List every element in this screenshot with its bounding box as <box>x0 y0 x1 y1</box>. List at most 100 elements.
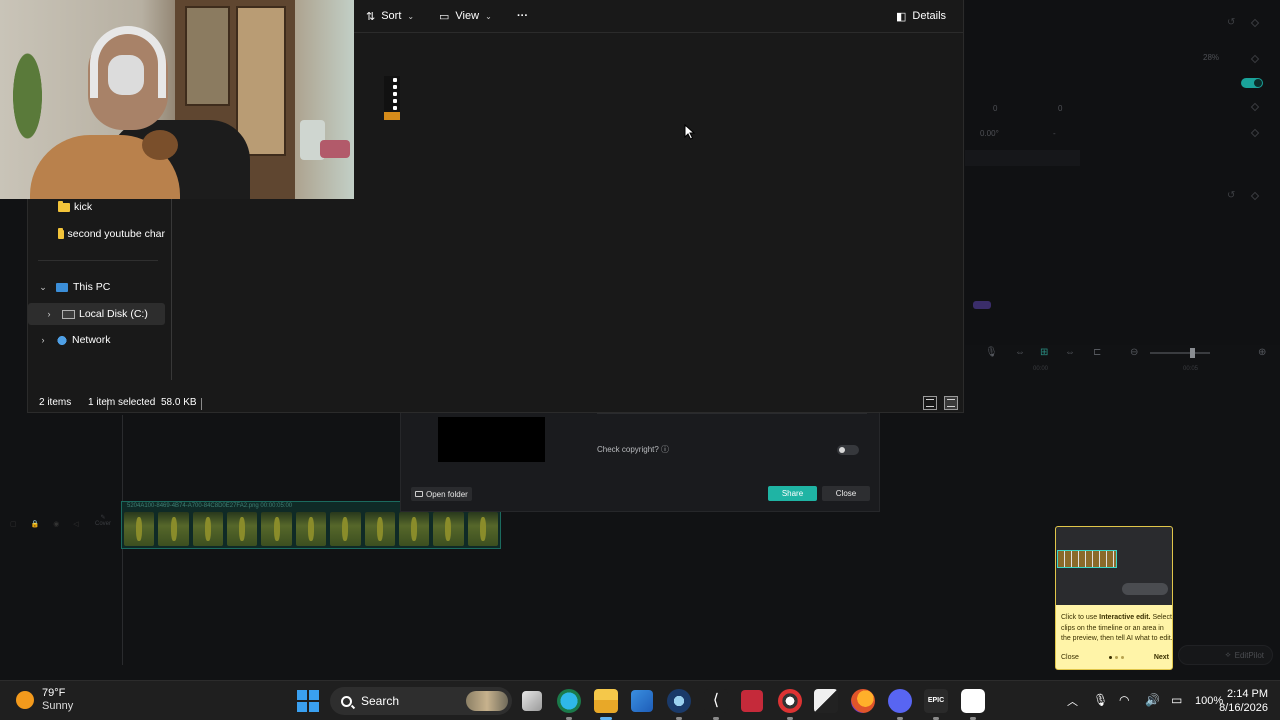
system-tray: ︿ 🎙 ◠ 🔊 ▭ 100% <box>1062 681 1233 720</box>
file-explorer-icon[interactable] <box>594 689 618 720</box>
search-highlight-image <box>466 691 508 711</box>
nav-local-disk[interactable]: › Local Disk (C:) <box>28 303 165 325</box>
alignment-bar[interactable] <box>965 150 1080 166</box>
zoom-out-icon[interactable]: ⊖ <box>1130 347 1138 358</box>
zoom-slider[interactable] <box>1150 352 1210 354</box>
microphone-icon[interactable]: 🎙 <box>985 347 998 358</box>
large-icons-view-icon[interactable] <box>944 396 958 410</box>
check-copyright-toggle[interactable] <box>837 445 859 455</box>
zoom-in-icon[interactable]: ⊕ <box>1258 347 1266 358</box>
epic-games-icon[interactable]: EPIC <box>924 689 948 720</box>
chevron-down-icon[interactable]: ⌄ <box>38 282 48 293</box>
nav-network[interactable]: › Network <box>28 329 165 351</box>
nav-network-label: Network <box>72 334 111 346</box>
clip-frame <box>398 512 430 546</box>
rotation-value[interactable]: 0.00° <box>980 129 999 138</box>
computer-icon <box>56 282 68 292</box>
uniform-scale-toggle[interactable] <box>1241 78 1263 88</box>
preview-axis-icon[interactable]: ⊏ <box>1093 347 1101 358</box>
volume-icon[interactable]: 🔊 <box>1145 693 1161 709</box>
editpilot-button[interactable]: ⟡ EditPilot <box>1178 645 1273 665</box>
task-view-icon[interactable] <box>522 691 542 711</box>
microphone-icon[interactable]: 🎙 <box>1093 693 1109 709</box>
chevron-right-icon[interactable]: › <box>38 335 48 345</box>
timeline-tick: 00:00 <box>1033 366 1049 372</box>
tip-step-dots <box>1108 656 1124 659</box>
reset-icon[interactable]: ↺ <box>1227 17 1235 28</box>
properties-panel: 28% 0 0 0.00° - ↺ ↺ <box>965 0 1280 345</box>
chevron-up-icon[interactable]: ︿ <box>1067 693 1083 709</box>
timeline-toolbar: 🎙 ⇔ ⊞ ⇔ ⊏ ⊖ ⊕ <box>965 343 1280 363</box>
weather-widget[interactable]: 79°F Sunny <box>16 687 73 713</box>
discord-icon[interactable] <box>888 689 912 720</box>
keyframe-icon-5[interactable] <box>1250 191 1260 201</box>
track-controls[interactable]: ▢ 🔒 ◉ ◁ <box>10 520 85 528</box>
view-button[interactable]: ▭ View ⌄ <box>439 8 492 24</box>
selected-count: 1 item selected <box>88 397 156 408</box>
taskbar-search[interactable]: Search <box>330 687 512 715</box>
chrome-icon[interactable] <box>778 689 802 720</box>
reset-icon-2[interactable]: ↺ <box>1227 190 1235 201</box>
battery-icon[interactable]: ▭ <box>1171 693 1187 709</box>
clip-frame <box>124 512 155 546</box>
nav-folder-label: kick <box>74 201 93 213</box>
details-button[interactable]: ◧ Details <box>896 8 946 24</box>
clip-frames <box>124 512 498 546</box>
cover-button[interactable]: ✎ Cover <box>92 514 114 527</box>
item-count: 2 items <box>39 397 72 408</box>
store-icon[interactable] <box>631 690 653 712</box>
clock[interactable]: 2:14 PM 8/16/2026 <box>1212 687 1268 715</box>
chevron-right-icon[interactable]: › <box>44 309 54 319</box>
view-icon: ▭ <box>439 10 450 23</box>
clip-frame <box>433 512 464 546</box>
sort-label: Sort <box>381 10 402 22</box>
clip-frame <box>192 512 224 546</box>
sort-button[interactable]: ⇅ Sort ⌄ <box>366 8 414 24</box>
tip-next-button[interactable]: Next <box>1154 654 1169 661</box>
nav-this-pc[interactable]: ⌄ This PC <box>28 276 165 298</box>
open-folder-label: Open folder <box>426 489 468 499</box>
tip-close-button[interactable]: Close <box>1061 654 1079 661</box>
keyframe-icon[interactable] <box>1250 18 1260 28</box>
editpilot-label: EditPilot <box>1234 650 1264 660</box>
interactive-edit-tip: Click to use Interactive edit. Select cl… <box>1055 526 1173 670</box>
magnet-icon[interactable]: ⊞ <box>1040 347 1048 358</box>
clock-date: 8/16/2026 <box>1219 702 1268 714</box>
chevron-down-icon: ⌄ <box>407 11 415 21</box>
start-icon[interactable] <box>297 690 319 712</box>
position-x-value[interactable]: 0 <box>993 104 997 113</box>
open-folder-button[interactable]: Open folder <box>411 487 472 501</box>
app-red-icon[interactable] <box>741 690 763 712</box>
edge-icon[interactable] <box>557 689 581 720</box>
tip-text-prefix: Click to use <box>1061 614 1100 621</box>
file-thumbnail[interactable] <box>384 76 400 120</box>
game-icon[interactable] <box>814 689 838 713</box>
nav-folder-label: second youtube char <box>67 228 165 240</box>
more-options-button[interactable]: ··· <box>517 8 528 24</box>
firefox-icon[interactable] <box>851 689 875 713</box>
status-bar: 2 items 1 item selected 58.0 KB <box>28 393 964 413</box>
share-button[interactable]: Share <box>768 486 817 501</box>
nav-folder-kick[interactable]: kick <box>28 196 165 218</box>
scale-value[interactable]: 28% <box>1203 53 1219 62</box>
editpilot-icon: ⟡ <box>1225 650 1231 659</box>
close-button[interactable]: Close <box>822 486 870 501</box>
pro-badge <box>973 301 991 309</box>
nav-local-disk-label: Local Disk (C:) <box>79 308 148 320</box>
keyframe-icon-4[interactable] <box>1250 128 1260 138</box>
wifi-icon[interactable]: ◠ <box>1119 693 1135 709</box>
tip-preview-clip <box>1057 550 1117 568</box>
steam-icon[interactable] <box>667 689 691 720</box>
view-label: View <box>455 10 480 22</box>
keyframe-icon-2[interactable] <box>1250 54 1260 64</box>
details-view-icon[interactable] <box>923 396 937 410</box>
sort-icon: ⇅ <box>366 10 376 23</box>
position-y-value[interactable]: 0 <box>1058 104 1062 113</box>
capcut-editor-icon[interactable] <box>961 689 985 720</box>
keyframe-icon-3[interactable] <box>1250 102 1260 112</box>
nav-folder-second-youtube[interactable]: second youtube char <box>28 223 165 245</box>
capcut-icon[interactable]: ⟨ <box>704 689 728 720</box>
zoom-slider-knob[interactable] <box>1190 348 1195 358</box>
link-icon[interactable]: ⇔ <box>1015 347 1025 358</box>
split-icon[interactable]: ⇔ <box>1065 347 1075 358</box>
